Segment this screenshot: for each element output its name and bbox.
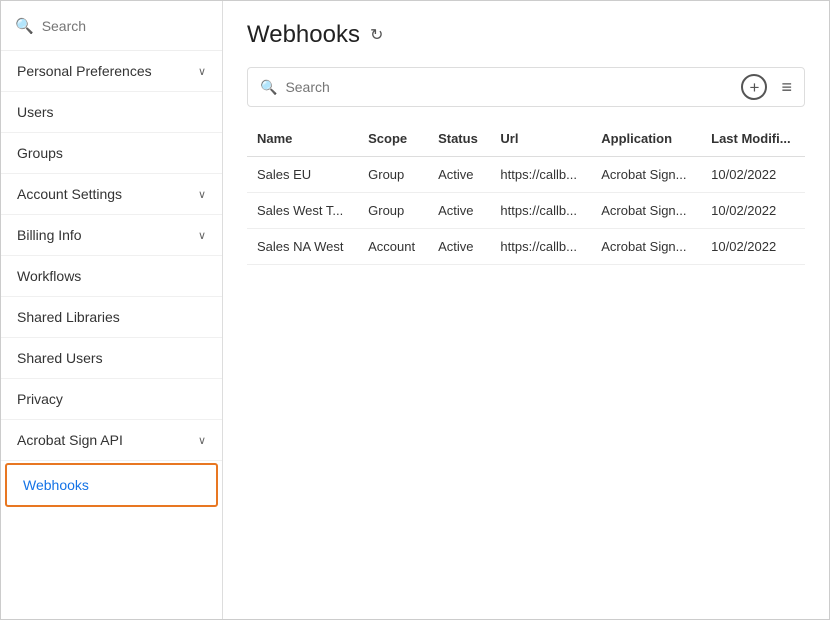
sidebar-item-billing-info[interactable]: Billing Info ∨	[1, 215, 222, 256]
sidebar-item-label-users: Users	[17, 104, 54, 120]
cell-scope-1: Group	[358, 193, 428, 229]
cell-application-1: Acrobat Sign...	[591, 193, 701, 229]
chevron-icon-personal-preferences: ∨	[198, 65, 206, 78]
sidebar-search-container[interactable]: 🔍	[1, 1, 222, 51]
cell-application-0: Acrobat Sign...	[591, 157, 701, 193]
sidebar-item-label-groups: Groups	[17, 145, 63, 161]
table-header-status: Status	[428, 123, 490, 157]
page-title-row: Webhooks ↻	[247, 21, 805, 49]
main-content: Webhooks ↻ 🔍 + ≡ NameScopeStatusUrlAppli…	[223, 1, 829, 619]
page-title: Webhooks	[247, 21, 360, 49]
cell-scope-2: Account	[358, 229, 428, 265]
sidebar-item-label-personal-preferences: Personal Preferences	[17, 63, 152, 79]
cell-last_modified-2: 10/02/2022	[701, 229, 805, 265]
table-row[interactable]: Sales EUGroupActivehttps://callb...Acrob…	[247, 157, 805, 193]
cell-name-2: Sales NA West	[247, 229, 358, 265]
sidebar-item-groups[interactable]: Groups	[1, 133, 222, 174]
sidebar-search-input[interactable]	[42, 18, 208, 34]
cell-name-0: Sales EU	[247, 157, 358, 193]
sidebar-item-webhooks[interactable]: Webhooks	[5, 463, 218, 507]
sidebar-item-label-account-settings: Account Settings	[17, 186, 122, 202]
sidebar-item-workflows[interactable]: Workflows	[1, 256, 222, 297]
cell-status-1: Active	[428, 193, 490, 229]
sidebar-item-label-billing-info: Billing Info	[17, 227, 82, 243]
table-header-application: Application	[591, 123, 701, 157]
sidebar-item-label-workflows: Workflows	[17, 268, 81, 284]
menu-button[interactable]: ≡	[781, 78, 792, 96]
toolbar-search-icon: 🔍	[260, 79, 277, 96]
table-header-url: Url	[490, 123, 591, 157]
toolbar-search-input[interactable]	[285, 79, 725, 95]
sidebar: 🔍 Personal Preferences ∨ Users Groups Accoun…	[1, 1, 223, 619]
search-toolbar: 🔍 + ≡	[247, 67, 805, 107]
sidebar-search-icon: 🔍	[15, 17, 34, 35]
table-body: Sales EUGroupActivehttps://callb...Acrob…	[247, 157, 805, 265]
sidebar-item-account-settings[interactable]: Account Settings ∨	[1, 174, 222, 215]
chevron-icon-acrobat-sign-api: ∨	[198, 434, 206, 447]
cell-url-0: https://callb...	[490, 157, 591, 193]
sidebar-item-label-shared-libraries: Shared Libraries	[17, 309, 120, 325]
table-row[interactable]: Sales West T...GroupActivehttps://callb.…	[247, 193, 805, 229]
sidebar-item-label-privacy: Privacy	[17, 391, 63, 407]
table-header-last-modifi---: Last Modifi...	[701, 123, 805, 157]
cell-url-2: https://callb...	[490, 229, 591, 265]
cell-application-2: Acrobat Sign...	[591, 229, 701, 265]
table-header-name: Name	[247, 123, 358, 157]
webhooks-table: NameScopeStatusUrlApplicationLast Modifi…	[247, 123, 805, 265]
cell-status-2: Active	[428, 229, 490, 265]
sidebar-item-users[interactable]: Users	[1, 92, 222, 133]
cell-last_modified-1: 10/02/2022	[701, 193, 805, 229]
table-header-scope: Scope	[358, 123, 428, 157]
cell-name-1: Sales West T...	[247, 193, 358, 229]
sidebar-item-shared-libraries[interactable]: Shared Libraries	[1, 297, 222, 338]
sidebar-item-privacy[interactable]: Privacy	[1, 379, 222, 420]
chevron-icon-billing-info: ∨	[198, 229, 206, 242]
refresh-icon[interactable]: ↻	[370, 25, 383, 45]
toolbar-actions: + ≡	[741, 74, 792, 100]
chevron-icon-account-settings: ∨	[198, 188, 206, 201]
sidebar-item-label-shared-users: Shared Users	[17, 350, 103, 366]
sidebar-item-shared-users[interactable]: Shared Users	[1, 338, 222, 379]
cell-last_modified-0: 10/02/2022	[701, 157, 805, 193]
sidebar-item-acrobat-sign-api[interactable]: Acrobat Sign API ∨	[1, 420, 222, 461]
sidebar-item-label-acrobat-sign-api: Acrobat Sign API	[17, 432, 123, 448]
cell-status-0: Active	[428, 157, 490, 193]
sidebar-item-label-webhooks: Webhooks	[23, 477, 89, 493]
sidebar-items-container: Personal Preferences ∨ Users Groups Account …	[1, 51, 222, 509]
add-webhook-button[interactable]: +	[741, 74, 767, 100]
cell-scope-0: Group	[358, 157, 428, 193]
table-row[interactable]: Sales NA WestAccountActivehttps://callb.…	[247, 229, 805, 265]
table-header: NameScopeStatusUrlApplicationLast Modifi…	[247, 123, 805, 157]
cell-url-1: https://callb...	[490, 193, 591, 229]
sidebar-item-personal-preferences[interactable]: Personal Preferences ∨	[1, 51, 222, 92]
